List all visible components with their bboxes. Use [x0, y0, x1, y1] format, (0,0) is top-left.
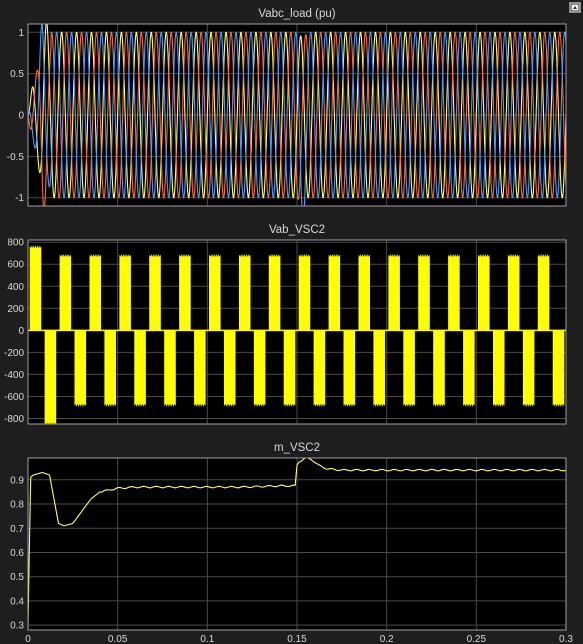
pwm-pulse-block — [463, 329, 475, 407]
y-tick-label: 0.6 — [10, 548, 24, 559]
x-tick-label: 0.15 — [287, 634, 307, 644]
y-tick-label: -0.5 — [7, 152, 25, 163]
pwm-pulse-block — [149, 254, 161, 331]
y-tick-label: 200 — [7, 304, 24, 315]
pwm-pulse-block — [59, 253, 72, 331]
x-tick-label: 0.05 — [108, 634, 128, 644]
pwm-pulse-block — [313, 329, 326, 407]
y-tick-label: -600 — [4, 392, 24, 403]
pwm-pulse-block — [552, 329, 565, 407]
pwm-pulse-block — [253, 329, 266, 407]
x-tick-label: 0.1 — [200, 634, 214, 644]
pwm-pulse-block — [448, 254, 460, 331]
restore-button[interactable] — [569, 2, 581, 13]
pwm-pulse-block — [537, 254, 550, 331]
x-tick-label: 0.3 — [559, 634, 573, 644]
pwm-pulse-block — [164, 329, 176, 407]
pwm-pulse-block — [89, 253, 102, 331]
pwm-pulse-block — [522, 329, 535, 407]
y-tick-label: 0.3 — [10, 621, 24, 632]
pwm-pulse-block — [403, 329, 415, 407]
x-tick-label: 0.25 — [467, 634, 487, 644]
pwm-pulse-block — [343, 329, 356, 407]
axes-1[interactable]: 1 0.5 0 -0.5 -1 Vabc_load (pu) — [7, 8, 567, 218]
pwm-pulse-block — [238, 254, 251, 331]
pwm-pulse-block — [119, 253, 131, 331]
y-tick-label: 800 — [7, 238, 24, 249]
x-tick-label: 0 — [25, 634, 31, 644]
pwm-pulse-block — [194, 329, 206, 407]
pwm-pulse-block — [134, 329, 146, 407]
pwm-pulse-block — [44, 329, 57, 424]
y-tick-label: 0.4 — [10, 596, 24, 607]
chart-title: Vabc_load (pu) — [258, 8, 335, 20]
pwm-pulse-block — [268, 254, 281, 331]
y-tick-label: -400 — [4, 370, 24, 381]
y-tick-label: 400 — [7, 282, 24, 293]
restore-layout-icon — [570, 3, 580, 12]
scope-figure: 1 0.5 0 -0.5 -1 Vabc_load (pu) 800 600 400 200 0 -2… — [4, 8, 573, 644]
pwm-pulse-block — [373, 329, 385, 407]
y-tick-label: 0.9 — [10, 475, 24, 486]
y-tick-label: 0.5 — [10, 572, 24, 583]
y-tick-label: 0.7 — [10, 524, 24, 535]
pwm-pulse-block — [223, 329, 236, 407]
axes-2[interactable]: 800 600 400 200 0 -200 -400 -600 -800 Vab_VSC2 — [4, 224, 567, 425]
pwm-pulse-block — [209, 254, 221, 331]
y-tick-label: 0 — [18, 326, 24, 337]
x-tick-label: 0.2 — [380, 634, 394, 644]
y-tick-label: 600 — [7, 260, 24, 271]
y-tick-label: -800 — [4, 414, 24, 425]
pwm-pulse-block — [358, 253, 371, 331]
pwm-pulse-block — [418, 254, 430, 331]
pwm-pulse-block — [179, 254, 191, 331]
pwm-pulse-block — [388, 253, 400, 331]
pwm-pulse-block — [29, 245, 42, 331]
pwm-pulse-block — [507, 254, 520, 331]
chart-title: m_VSC2 — [274, 442, 320, 454]
pwm-pulse-block — [298, 254, 311, 331]
y-tick-label: -1 — [15, 193, 24, 204]
axes-3[interactable]: 0.90.80.70.60.50.40.30 0.05 0.1 0.15 0.2 0.25… — [10, 442, 573, 644]
pwm-pulse-block — [478, 254, 490, 331]
pwm-pulse-block — [492, 329, 505, 407]
y-tick-label: 0.8 — [10, 500, 24, 511]
chart-title: Vab_VSC2 — [269, 224, 325, 236]
pwm-pulse-block — [283, 329, 296, 407]
y-tick-label: -200 — [4, 348, 24, 359]
y-tick-label: 0 — [18, 111, 24, 122]
pwm-pulse-block — [433, 329, 445, 407]
pwm-pulse-block — [104, 329, 116, 407]
y-tick-label: 0.5 — [10, 69, 24, 80]
pwm-pulse-block — [328, 253, 341, 331]
pwm-pulse-block — [74, 329, 87, 407]
y-tick-label: 1 — [18, 28, 24, 39]
